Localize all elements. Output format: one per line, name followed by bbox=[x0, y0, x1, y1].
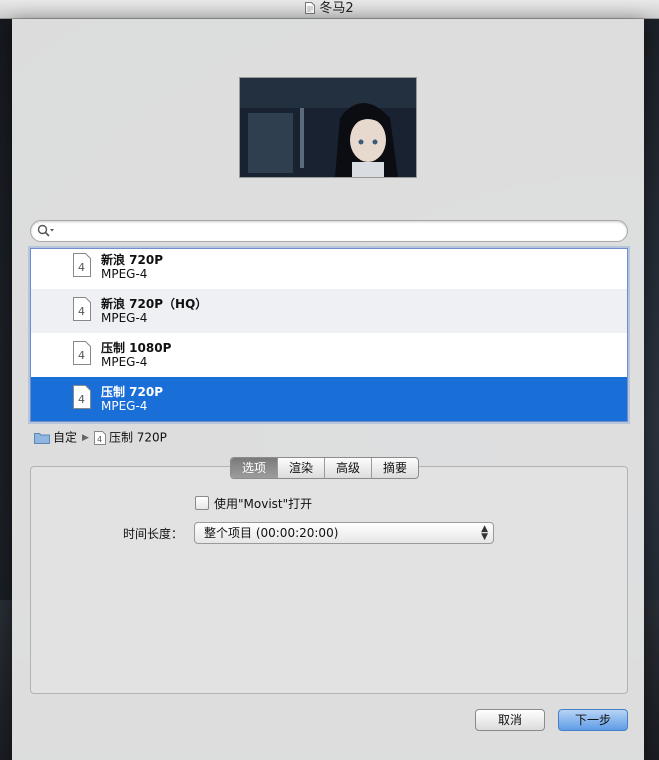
svg-text:4: 4 bbox=[78, 349, 85, 362]
cancel-button[interactable]: 取消 bbox=[475, 709, 545, 731]
chevron-right-icon: ▶ bbox=[82, 432, 89, 443]
svg-text:4: 4 bbox=[78, 261, 85, 274]
open-with-checkbox[interactable]: 使用"Movist"打开 bbox=[195, 496, 312, 511]
preset-format: MPEG-4 bbox=[101, 311, 148, 325]
svg-text:4: 4 bbox=[78, 305, 85, 318]
tab-options[interactable]: 选项 bbox=[231, 458, 278, 478]
tab-render[interactable]: 渲染 bbox=[277, 458, 324, 478]
svg-text:4: 4 bbox=[97, 435, 102, 444]
search-field[interactable] bbox=[30, 220, 628, 242]
duration-select[interactable]: 整个项目 (00:00:20:00) ▲ ▼ bbox=[194, 522, 494, 544]
duration-label: 时间长度： bbox=[123, 527, 184, 541]
preset-name: 新浪 720P bbox=[101, 253, 164, 267]
options-panel bbox=[30, 466, 628, 694]
preset-row[interactable]: 4 压制 1080P MPEG-4 bbox=[31, 333, 627, 377]
search-icon bbox=[37, 224, 54, 237]
window-titlebar: 冬马2 bbox=[0, 0, 659, 19]
mpeg4-file-icon: 4 bbox=[93, 430, 106, 445]
document-icon bbox=[305, 2, 316, 14]
next-button[interactable]: 下一步 bbox=[558, 709, 628, 731]
preset-format: MPEG-4 bbox=[101, 267, 148, 281]
tab-summary[interactable]: 摘要 bbox=[371, 458, 418, 478]
mpeg4-file-icon: 4 bbox=[73, 341, 91, 365]
window-title: 冬马2 bbox=[319, 1, 354, 16]
preset-row[interactable]: 4 新浪 720P MPEG-4 bbox=[31, 249, 627, 289]
preset-name: 新浪 720P（HQ） bbox=[101, 297, 208, 311]
mpeg4-file-icon: 4 bbox=[73, 253, 91, 277]
preset-format: MPEG-4 bbox=[101, 355, 148, 369]
breadcrumb: 自定 ▶ 4 压制 720P bbox=[34, 429, 167, 445]
project-thumbnail bbox=[239, 77, 417, 178]
preset-name: 压制 1080P bbox=[101, 341, 172, 355]
folder-icon bbox=[34, 432, 50, 444]
duration-value: 整个项目 (00:00:20:00) bbox=[204, 526, 339, 540]
breadcrumb-folder[interactable]: 自定 bbox=[53, 431, 77, 445]
breadcrumb-item[interactable]: 压制 720P bbox=[109, 431, 167, 445]
preset-list[interactable]: 4 新浪 720P MPEG-4 4 新浪 720P（HQ） MPEG-4 4 … bbox=[30, 248, 628, 422]
preset-name: 压制 720P bbox=[101, 385, 164, 399]
preset-row[interactable]: 4 新浪 720P（HQ） MPEG-4 bbox=[31, 289, 627, 333]
svg-text:4: 4 bbox=[78, 393, 85, 406]
tab-bar: 选项 渲染 高级 摘要 bbox=[230, 457, 420, 479]
mpeg4-file-icon: 4 bbox=[73, 385, 91, 409]
preset-row-selected[interactable]: 4 压制 720P MPEG-4 bbox=[31, 377, 627, 421]
mpeg4-file-icon: 4 bbox=[73, 297, 91, 321]
open-with-label: 使用"Movist"打开 bbox=[214, 497, 313, 511]
tab-advanced[interactable]: 高级 bbox=[324, 458, 371, 478]
checkbox-box[interactable] bbox=[195, 496, 209, 510]
preset-format: MPEG-4 bbox=[101, 399, 148, 413]
updown-arrows-icon: ▲ ▼ bbox=[481, 524, 488, 542]
